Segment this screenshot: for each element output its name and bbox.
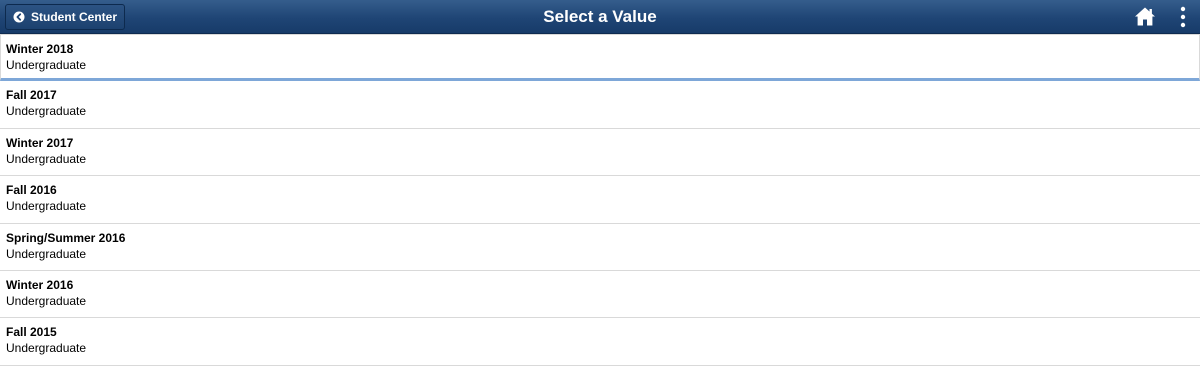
list-item[interactable]: Fall 2015 Undergraduate [0, 318, 1200, 366]
career-name: Undergraduate [6, 246, 87, 261]
value-list: Winter 2018 Undergraduate Fall 2017 Unde… [0, 34, 1200, 366]
header-bar: Student Center Select a Value [0, 0, 1200, 34]
term-name: Fall 2017 [6, 88, 57, 103]
back-button-label: Student Center [31, 10, 118, 24]
term-name: Winter 2016 [6, 277, 74, 292]
career-name: Undergraduate [6, 151, 87, 166]
page-title: Select a Value [543, 7, 657, 26]
term-name: Winter 2018 [6, 42, 74, 56]
term-name: Fall 2015 [6, 325, 57, 340]
term-name: Winter 2017 [6, 135, 74, 150]
term-name: Fall 2016 [6, 183, 57, 198]
list-item[interactable]: Winter 2017 Undergraduate [0, 128, 1200, 177]
career-name: Undergraduate [6, 341, 87, 356]
career-name: Undergraduate [6, 199, 87, 214]
career-name: Undergraduate [6, 58, 87, 72]
career-name: Undergraduate [6, 104, 87, 119]
list-item[interactable]: Spring/Summer 2016 Undergraduate [0, 223, 1200, 271]
chevron-left-icon [13, 11, 25, 23]
back-button[interactable]: Student Center [5, 4, 125, 30]
list-item[interactable]: Winter 2018 Undergraduate [0, 34, 1200, 82]
more-vertical-icon[interactable] [1176, 5, 1190, 29]
term-name: Spring/Summer 2016 [6, 230, 126, 245]
list-item[interactable]: Fall 2016 Undergraduate [0, 176, 1200, 224]
list-item[interactable]: Winter 2016 Undergraduate [0, 270, 1200, 319]
career-name: Undergraduate [6, 293, 87, 308]
home-icon[interactable] [1134, 6, 1156, 27]
list-item[interactable]: Fall 2017 Undergraduate [0, 81, 1200, 129]
